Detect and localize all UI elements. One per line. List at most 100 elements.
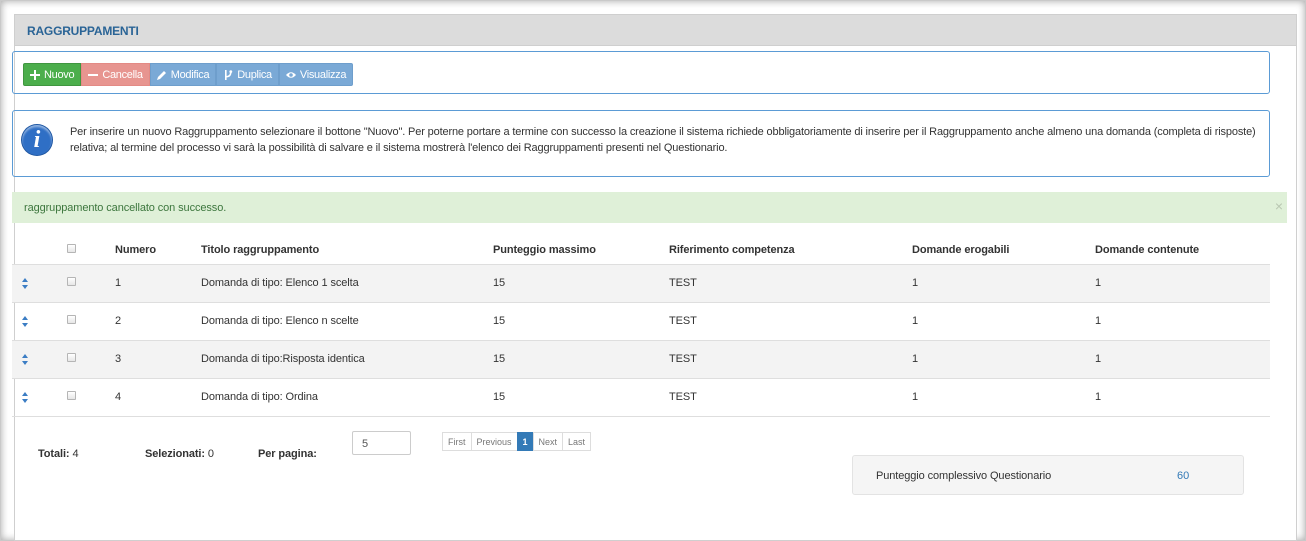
- cell-riferimento: TEST: [669, 377, 912, 417]
- cell-numero: 2: [115, 301, 201, 340]
- new-button-label: Nuovo: [44, 68, 75, 81]
- close-icon[interactable]: ×: [1275, 198, 1283, 214]
- cell-numero: 4: [115, 377, 201, 417]
- pager-previous[interactable]: Previous: [470, 432, 518, 451]
- view-button-label: Visualizza: [299, 68, 347, 81]
- score-summary: Punteggio complessivo Questionario 60: [852, 455, 1244, 495]
- selezionati-value: 0: [207, 448, 214, 460]
- panel-header: RAGGRUPPAMENTI: [15, 15, 1296, 46]
- select-all-checkbox[interactable]: [67, 244, 76, 254]
- selezionati-label: Selezionati:: [145, 448, 205, 460]
- row-select-cell: [67, 377, 115, 417]
- header-titolo[interactable]: Titolo raggruppamento: [201, 237, 493, 264]
- move-down-icon[interactable]: [22, 284, 28, 289]
- minus-icon: [88, 73, 99, 76]
- cell-titolo: Domanda di tipo:Risposta identica: [201, 339, 493, 378]
- pager-next[interactable]: Next: [532, 432, 564, 451]
- toolbar: Nuovo Cancella Modifica Duplica Visualiz…: [23, 63, 354, 86]
- cell-contenute: 1: [1095, 377, 1270, 417]
- delete-button-label: Cancella: [102, 68, 143, 81]
- header-punteggio[interactable]: Punteggio massimo: [493, 237, 669, 264]
- reorder-handle[interactable]: [12, 301, 67, 340]
- score-label: Punteggio complessivo Questionario: [876, 470, 1052, 482]
- move-down-icon[interactable]: [22, 322, 28, 327]
- score-value: 60: [1177, 470, 1190, 482]
- success-alert: raggruppamento cancellato con successo. …: [12, 192, 1287, 223]
- row-checkbox[interactable]: [67, 391, 76, 400]
- move-down-icon[interactable]: [22, 360, 28, 365]
- cell-erogabili: 1: [912, 263, 1095, 302]
- selezionati-count: Selezionati: 0: [145, 448, 214, 460]
- fork-icon: [225, 69, 233, 80]
- cell-punteggio: 15: [493, 377, 669, 417]
- plus-icon: [30, 69, 40, 80]
- pagination: First Previous 1 Next Last: [442, 432, 592, 451]
- move-up-icon[interactable]: [22, 277, 28, 282]
- reorder-handle[interactable]: [12, 377, 67, 417]
- per-page-input[interactable]: 5: [352, 431, 411, 455]
- cell-numero: 1: [115, 263, 201, 302]
- row-checkbox[interactable]: [67, 353, 76, 362]
- pager-first[interactable]: First: [442, 432, 472, 451]
- cell-riferimento: TEST: [669, 263, 912, 302]
- toolbar-box: Nuovo Cancella Modifica Duplica Visualiz…: [12, 51, 1270, 94]
- cell-erogabili: 1: [912, 377, 1095, 417]
- edit-button[interactable]: Modifica: [149, 63, 217, 86]
- cell-titolo: Domanda di tipo: Elenco 1 scelta: [201, 263, 493, 302]
- move-down-icon[interactable]: [22, 398, 28, 403]
- sort-column-header: [12, 237, 67, 264]
- edit-button-label: Modifica: [170, 68, 210, 81]
- pager-last[interactable]: Last: [562, 432, 592, 451]
- info-text: Per inserire un nuovo Raggruppamento sel…: [70, 126, 1256, 154]
- cell-punteggio: 15: [493, 339, 669, 378]
- table-row[interactable]: 4 Domanda di tipo: Ordina 15 TEST 1 1: [12, 377, 1270, 417]
- totali-label: Totali:: [38, 448, 70, 460]
- move-up-icon[interactable]: [22, 315, 28, 320]
- cell-contenute: 1: [1095, 263, 1270, 302]
- new-button[interactable]: Nuovo: [23, 63, 82, 86]
- row-checkbox[interactable]: [67, 277, 76, 286]
- info-box: i Per inserire un nuovo Raggruppamento s…: [12, 110, 1270, 177]
- per-pagina-label: Per pagina:: [258, 448, 317, 460]
- totali-value: 4: [72, 448, 79, 460]
- pager-current-page[interactable]: 1: [516, 432, 534, 451]
- table-row[interactable]: 1 Domanda di tipo: Elenco 1 scelta 15 TE…: [12, 263, 1270, 302]
- header-numero[interactable]: Numero: [115, 237, 201, 264]
- success-alert-text: raggruppamento cancellato con successo.: [24, 202, 227, 214]
- eye-icon: [285, 71, 296, 78]
- reorder-handle[interactable]: [12, 263, 67, 302]
- cell-riferimento: TEST: [669, 339, 912, 378]
- page-title: RAGGRUPPAMENTI: [27, 24, 139, 38]
- view-button[interactable]: Visualizza: [278, 63, 354, 86]
- duplicate-button[interactable]: Duplica: [216, 63, 279, 86]
- move-up-icon[interactable]: [22, 353, 28, 358]
- select-all-header: [67, 237, 115, 264]
- row-select-cell: [67, 263, 115, 302]
- cell-riferimento: TEST: [669, 301, 912, 340]
- cell-erogabili: 1: [912, 301, 1095, 340]
- header-contenute[interactable]: Domande contenute: [1095, 237, 1270, 264]
- delete-button[interactable]: Cancella: [81, 63, 150, 86]
- row-checkbox[interactable]: [67, 315, 76, 324]
- table-row[interactable]: 2 Domanda di tipo: Elenco n scelte 15 TE…: [12, 301, 1270, 340]
- row-select-cell: [67, 339, 115, 378]
- cell-titolo: Domanda di tipo: Elenco n scelte: [201, 301, 493, 340]
- cell-contenute: 1: [1095, 339, 1270, 378]
- cell-erogabili: 1: [912, 339, 1095, 378]
- raggruppamenti-table: Numero Titolo raggruppamento Punteggio m…: [12, 237, 1270, 417]
- totali-count: Totali: 4: [38, 448, 79, 460]
- reorder-handle[interactable]: [12, 339, 67, 378]
- cell-numero: 3: [115, 339, 201, 378]
- cell-titolo: Domanda di tipo: Ordina: [201, 377, 493, 417]
- pencil-icon: [156, 70, 166, 80]
- header-riferimento[interactable]: Riferimento competenza: [669, 237, 912, 264]
- row-select-cell: [67, 301, 115, 340]
- duplicate-button-label: Duplica: [237, 68, 272, 81]
- move-up-icon[interactable]: [22, 391, 28, 396]
- cell-contenute: 1: [1095, 301, 1270, 340]
- header-erogabili[interactable]: Domande erogabili: [912, 237, 1095, 264]
- table-header-row: Numero Titolo raggruppamento Punteggio m…: [12, 237, 1270, 264]
- per-pagina: Per pagina:: [258, 448, 317, 460]
- cell-punteggio: 15: [493, 263, 669, 302]
- table-row[interactable]: 3 Domanda di tipo:Risposta identica 15 T…: [12, 339, 1270, 378]
